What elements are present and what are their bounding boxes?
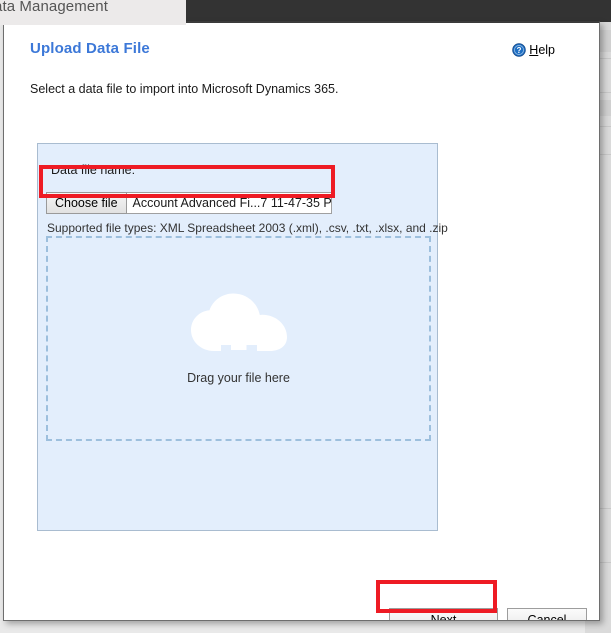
file-input-row[interactable]: Choose file Account Advanced Fi...7 11-4… [46, 192, 332, 214]
chosen-file-name: Account Advanced Fi...7 11-47-35 PM.xlsx [126, 193, 331, 213]
help-label: Help [529, 43, 555, 57]
help-label-rest: elp [538, 43, 555, 57]
upload-panel: Data file name: Choose file Account Adva… [37, 143, 448, 531]
choose-file-button[interactable]: Choose file [46, 192, 127, 214]
cancel-button-accesskey: C [527, 613, 537, 621]
dialog-title: Upload Data File [30, 40, 150, 57]
upload-data-file-dialog: Upload Data File ? Help Select a data fi… [3, 21, 600, 621]
cancel-button-label-rest: ancel [536, 613, 567, 621]
drop-zone-label: Drag your file here [187, 370, 290, 385]
file-drop-zone[interactable]: Drag your file here [46, 236, 431, 441]
cloud-upload-icon [188, 293, 290, 355]
help-label-accesskey: H [529, 43, 539, 57]
cancel-button[interactable]: Cancel [507, 608, 587, 621]
dialog-instruction: Select a data file to import into Micros… [30, 82, 339, 96]
help-link[interactable]: ? Help [512, 43, 555, 57]
next-button-label-rest: ext [439, 613, 457, 621]
next-button[interactable]: Next [389, 608, 498, 621]
next-button-accesskey: N [430, 613, 440, 621]
help-circle-icon: ? [512, 43, 527, 57]
supported-file-types-text: Supported file types: XML Spreadsheet 20… [47, 221, 448, 235]
svg-text:?: ? [517, 46, 522, 55]
app-page-title: ata Management [0, 0, 108, 15]
data-file-name-label: Data file name: [51, 163, 136, 177]
